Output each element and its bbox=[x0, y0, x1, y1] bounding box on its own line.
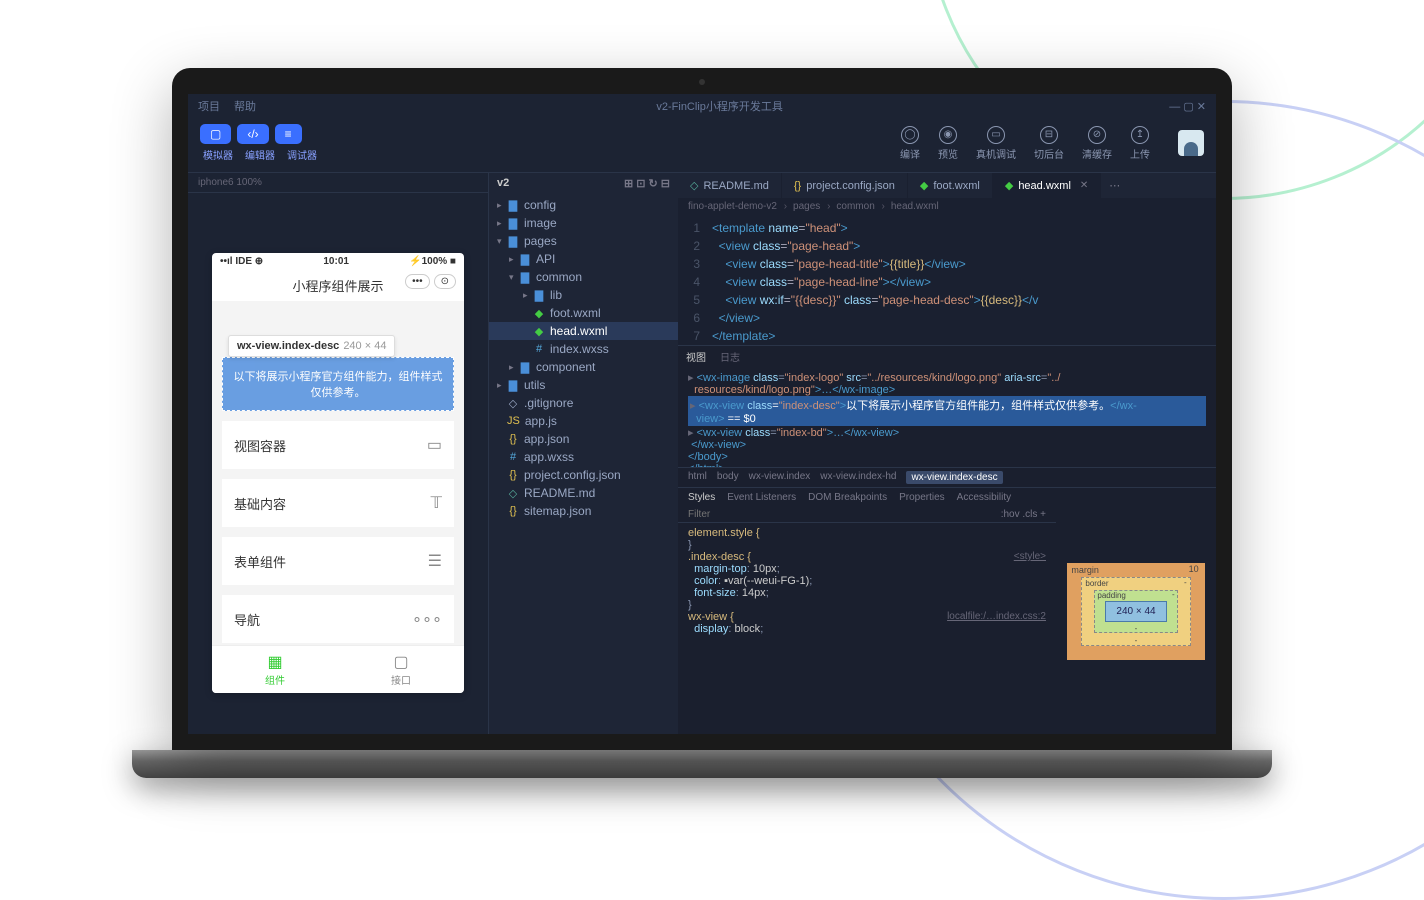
simulator-panel: iphone6 100% ••ıl IDE ⊕ 10:01 ⚡100% ■ 小程… bbox=[188, 173, 488, 734]
mode-debugger-label: 调试器 bbox=[284, 147, 320, 162]
styles-tab[interactable]: Styles bbox=[688, 492, 715, 503]
phone-tab-component[interactable]: ▦组件 bbox=[212, 646, 338, 693]
more-tabs-button[interactable]: ⋯ bbox=[1101, 173, 1128, 198]
avatar[interactable] bbox=[1178, 130, 1204, 156]
list-item[interactable]: 视图容器▭ bbox=[222, 421, 454, 469]
form-icon: ☰ bbox=[428, 551, 442, 571]
phone-status-bar: ••ıl IDE ⊕ 10:01 ⚡100% ■ bbox=[212, 253, 464, 270]
toolbar: ▢ ‹/› ≡ 模拟器 编辑器 调试器 ◯编译 ◉预览 ▭真机调试 ⊟切后台 ⊘… bbox=[188, 118, 1216, 172]
editor-tab[interactable]: ◆foot.wxml bbox=[908, 173, 993, 198]
ide-window: 项目 帮助 v2-FinClip小程序开发工具 — ▢ ✕ ▢ ‹/› ≡ 模拟… bbox=[188, 94, 1216, 734]
css-rules[interactable]: element.style { } <style>.index-desc { m… bbox=[678, 523, 1056, 639]
explorer-root[interactable]: v2 bbox=[497, 177, 509, 190]
tree-file[interactable]: {}app.json bbox=[489, 430, 678, 448]
accessibility-tab[interactable]: Accessibility bbox=[957, 492, 1011, 503]
code-editor[interactable]: 1<template name="head"> 2 <view class="p… bbox=[678, 215, 1216, 345]
remote-debug-button[interactable]: ▭真机调试 bbox=[976, 126, 1016, 161]
file-explorer: v2 ⊞ ⊡ ↻ ⊟ ▸▇config ▸▇image ▾▇pages ▸▇AP… bbox=[488, 173, 678, 734]
container-icon: ▭ bbox=[427, 435, 442, 455]
capsule-close-icon[interactable]: ⊙ bbox=[434, 274, 456, 289]
mode-simulator-label: 模拟器 bbox=[200, 147, 236, 162]
editor-panel: ◇README.md {}project.config.json ◆foot.w… bbox=[678, 173, 1216, 734]
tree-folder[interactable]: ▸▇lib bbox=[489, 286, 678, 304]
simulator-device-info[interactable]: iphone6 100% bbox=[188, 173, 488, 193]
mode-editor-button[interactable]: ‹/› bbox=[237, 124, 268, 144]
tree-file[interactable]: {}project.config.json bbox=[489, 466, 678, 484]
properties-tab[interactable]: Properties bbox=[899, 492, 945, 503]
tree-folder[interactable]: ▾▇common bbox=[489, 268, 678, 286]
inspector-tooltip: wx-view.index-desc240 × 44 bbox=[228, 335, 395, 357]
styles-filter-input[interactable] bbox=[688, 509, 1001, 520]
mode-simulator-button[interactable]: ▢ bbox=[200, 124, 231, 144]
list-item[interactable]: 导航∘∘∘ bbox=[222, 595, 454, 643]
devtools-tab-log[interactable]: 日志 bbox=[720, 349, 740, 364]
tree-file[interactable]: ◆foot.wxml bbox=[489, 304, 678, 322]
tree-folder[interactable]: ▸▇component bbox=[489, 358, 678, 376]
dom-breakpoints-tab[interactable]: DOM Breakpoints bbox=[808, 492, 887, 503]
editor-tabs: ◇README.md {}project.config.json ◆foot.w… bbox=[678, 173, 1216, 198]
clear-cache-button[interactable]: ⊘清缓存 bbox=[1082, 126, 1112, 161]
tree-file[interactable]: {}sitemap.json bbox=[489, 502, 678, 520]
main-area: iphone6 100% ••ıl IDE ⊕ 10:01 ⚡100% ■ 小程… bbox=[188, 172, 1216, 734]
phone-page-title: 小程序组件展示 ••• ⊙ bbox=[212, 270, 464, 301]
explorer-actions[interactable]: ⊞ ⊡ ↻ ⊟ bbox=[624, 177, 670, 190]
box-model-diagram: 10 - - 240 × 44 - - bbox=[1056, 488, 1216, 734]
menu-project[interactable]: 项目 bbox=[198, 98, 220, 114]
close-icon[interactable]: ✕ bbox=[1080, 180, 1088, 191]
preview-button[interactable]: ◉预览 bbox=[938, 126, 958, 161]
styles-tools[interactable]: :hov .cls + bbox=[1001, 509, 1046, 520]
laptop-camera bbox=[699, 79, 705, 85]
tree-folder[interactable]: ▸▇API bbox=[489, 250, 678, 268]
tree-folder[interactable]: ▸▇utils bbox=[489, 376, 678, 394]
nav-icon: ∘∘∘ bbox=[412, 609, 442, 629]
phone-tab-api[interactable]: ▢接口 bbox=[338, 646, 464, 693]
text-icon: 𝕋 bbox=[431, 493, 442, 513]
laptop-frame: 项目 帮助 v2-FinClip小程序开发工具 — ▢ ✕ ▢ ‹/› ≡ 模拟… bbox=[172, 68, 1232, 778]
tree-folder[interactable]: ▸▇config bbox=[489, 196, 678, 214]
compile-button[interactable]: ◯编译 bbox=[900, 126, 920, 161]
mode-editor-label: 编辑器 bbox=[242, 147, 278, 162]
inspector-highlight: 以下将展示小程序官方组件能力，组件样式仅供参考。 bbox=[222, 357, 454, 411]
list-item[interactable]: 基础内容𝕋 bbox=[222, 479, 454, 527]
menubar: 项目 帮助 v2-FinClip小程序开发工具 — ▢ ✕ bbox=[188, 94, 1216, 118]
tree-file-active[interactable]: ◆head.wxml bbox=[489, 322, 678, 340]
window-title: v2-FinClip小程序开发工具 bbox=[270, 98, 1169, 114]
elements-tree[interactable]: ▸ <wx-image class="index-logo" src="../r… bbox=[678, 367, 1216, 467]
background-button[interactable]: ⊟切后台 bbox=[1034, 126, 1064, 161]
menu-help[interactable]: 帮助 bbox=[234, 98, 256, 114]
elements-breadcrumb[interactable]: html body wx-view.index wx-view.index-hd… bbox=[678, 467, 1216, 487]
tree-file[interactable]: #app.wxss bbox=[489, 448, 678, 466]
editor-tab-active[interactable]: ◆head.wxml✕ bbox=[993, 173, 1101, 198]
tree-folder[interactable]: ▸▇image bbox=[489, 214, 678, 232]
editor-tab[interactable]: {}project.config.json bbox=[782, 173, 908, 198]
capsule-more-icon[interactable]: ••• bbox=[405, 274, 430, 289]
tree-file[interactable]: #index.wxss bbox=[489, 340, 678, 358]
tree-file[interactable]: JSapp.js bbox=[489, 412, 678, 430]
breadcrumb[interactable]: fino-applet-demo-v2pagescommonhead.wxml bbox=[678, 198, 1216, 215]
tree-folder[interactable]: ▾▇pages bbox=[489, 232, 678, 250]
list-item[interactable]: 表单组件☰ bbox=[222, 537, 454, 585]
upload-button[interactable]: ↥上传 bbox=[1130, 126, 1150, 161]
window-controls[interactable]: — ▢ ✕ bbox=[1169, 100, 1206, 113]
laptop-base bbox=[132, 750, 1272, 778]
event-listeners-tab[interactable]: Event Listeners bbox=[727, 492, 796, 503]
phone-simulator[interactable]: ••ıl IDE ⊕ 10:01 ⚡100% ■ 小程序组件展示 ••• ⊙ w… bbox=[212, 253, 464, 693]
tree-file[interactable]: ◇README.md bbox=[489, 484, 678, 502]
devtools-panel: 视图 日志 ▸ <wx-image class="index-logo" src… bbox=[678, 345, 1216, 734]
editor-tab[interactable]: ◇README.md bbox=[678, 173, 782, 198]
devtools-tab-view[interactable]: 视图 bbox=[686, 349, 706, 364]
mode-debugger-button[interactable]: ≡ bbox=[275, 124, 302, 144]
tree-file[interactable]: ◇.gitignore bbox=[489, 394, 678, 412]
